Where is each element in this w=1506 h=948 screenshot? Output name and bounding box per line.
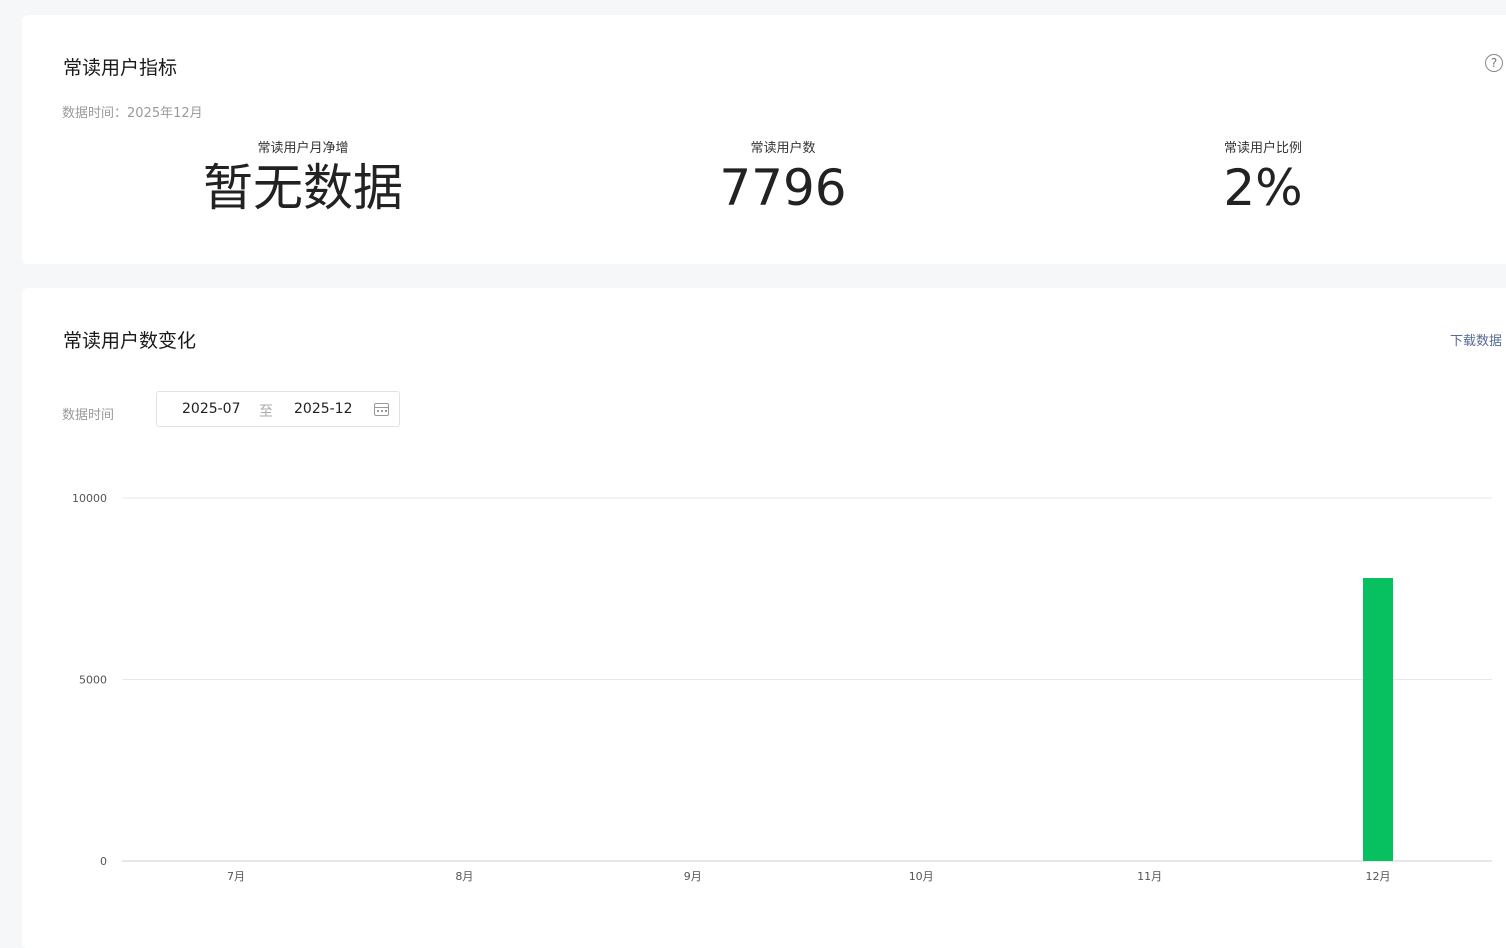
x-tick-label: 9月 <box>684 870 702 883</box>
user-count-bar-chart: 0 5000 10000 7月 8月 9月 10月 11月 12月 <box>72 492 1492 883</box>
metrics-data-time: 数据时间：2025年12月 <box>62 106 203 121</box>
metric-value: 2% <box>1223 159 1303 217</box>
metric-value: 7796 <box>719 159 847 217</box>
metrics-title: 常读用户指标 <box>63 57 178 79</box>
metric-label: 常读用户比例 <box>1223 141 1302 156</box>
metric-label: 常读用户数 <box>750 141 816 156</box>
x-tick-label: 8月 <box>455 870 473 883</box>
x-tick-label: 12月 <box>1366 870 1391 883</box>
metric-value: 暂无数据 <box>203 159 403 217</box>
x-tick-label: 11月 <box>1137 870 1162 883</box>
x-tick-label: 7月 <box>227 870 245 883</box>
metric-user-count: 常读用户数 7796 <box>623 137 943 216</box>
metric-net-increase: 常读用户月净增 暂无数据 <box>143 137 463 216</box>
x-tick-label: 10月 <box>909 870 934 883</box>
y-tick-label: 10000 <box>72 492 107 505</box>
bar <box>1363 578 1393 861</box>
metrics-card: 常读用户指标 ? 数据时间：2025年12月 常读用户月净增 暂无数据 常读用户… <box>22 15 1506 264</box>
trend-card: 常读用户数变化 下载数据 数据时间 2025-07 至 2025-12 0 500… <box>22 288 1506 948</box>
metric-user-ratio: 常读用户比例 2% <box>1103 137 1423 216</box>
y-tick-label: 0 <box>100 855 107 868</box>
y-tick-label: 5000 <box>79 674 107 687</box>
metric-label: 常读用户月净增 <box>257 141 349 156</box>
question-circle-icon[interactable]: ? <box>1485 54 1503 72</box>
